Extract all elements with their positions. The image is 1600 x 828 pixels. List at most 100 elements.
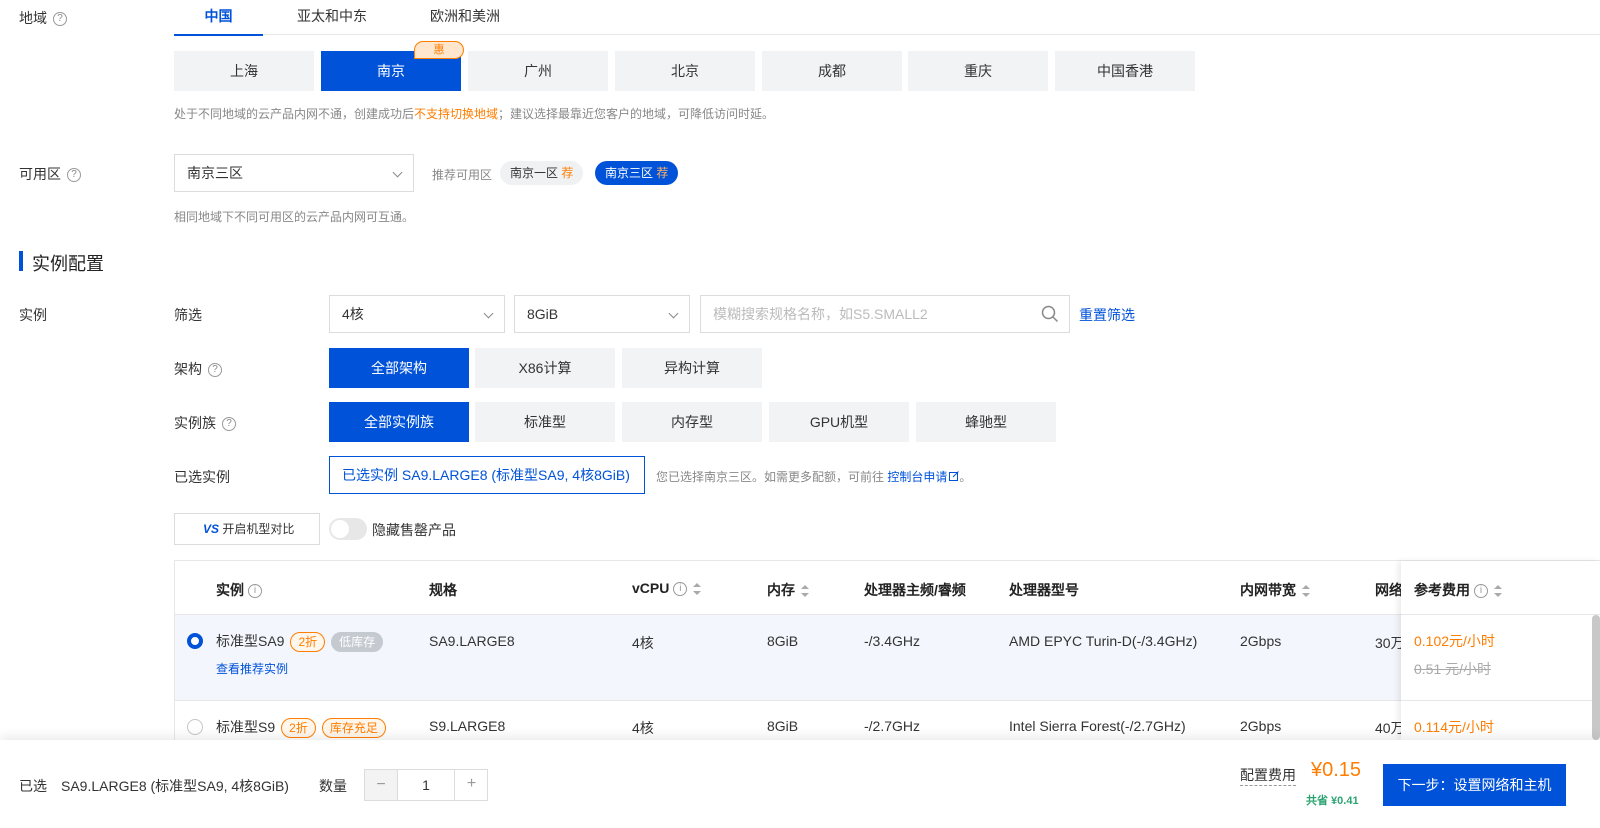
family-standard[interactable]: 标准型 [475, 402, 615, 442]
spec-search-input[interactable]: 模糊搜索规格名称，如S5.SMALL2 [700, 295, 1070, 333]
row-original-price: 0.51 元/小时 [1414, 661, 1492, 677]
memory-select[interactable]: 8GiB [514, 295, 690, 333]
chevron-down-icon [392, 167, 403, 178]
row-divider [175, 700, 1600, 701]
info-icon[interactable]: i [1474, 584, 1488, 599]
col-spec: 规格 [429, 582, 457, 598]
col-frequency: 处理器主频/睿频 [864, 582, 966, 598]
chevron-down-icon [483, 308, 494, 319]
row-price: 0.114元/小时 [1414, 719, 1494, 735]
city-shanghai[interactable]: 上海 [174, 51, 314, 91]
recommend-link[interactable]: 查看推荐实例 [216, 660, 288, 677]
family-fengchi[interactable]: 蜂驰型 [916, 402, 1056, 442]
sort-icon[interactable] [801, 585, 809, 598]
city-chengdu[interactable]: 成都 [762, 51, 902, 91]
row-network: 30万 [1375, 635, 1401, 651]
info-icon[interactable]: i [673, 582, 688, 597]
col-memory[interactable]: 内存 [767, 580, 809, 600]
row-price: 0.102元/小时 [1414, 633, 1495, 649]
recommend-zone-label: 推荐可用区 [432, 168, 493, 182]
family-gpu[interactable]: GPU机型 [769, 402, 909, 442]
col-network: 网络 [1375, 582, 1401, 598]
row-cpu-model: AMD EPYC Turin-D(-/3.4GHz) [1009, 633, 1198, 649]
next-step-button[interactable]: 下一步：设置网络和主机 [1383, 764, 1566, 806]
reset-filter-link[interactable]: 重置筛选 [1079, 305, 1135, 325]
row-network: 40万 [1375, 720, 1401, 736]
selected-instance-hint: 您已选择南京三区。如需更多配额，可前往 控制台申请。 [656, 470, 972, 484]
sort-icon[interactable] [1302, 585, 1310, 598]
tab-china[interactable]: 中国 [174, 0, 263, 36]
row-bandwidth: 2Gbps [1240, 718, 1282, 734]
arch-x86[interactable]: X86计算 [475, 348, 615, 388]
region-hint: 处于不同地域的云产品内网不通，创建成功后不支持切换地域；建议选择最靠近您客户的地… [174, 107, 775, 121]
search-icon[interactable] [1041, 305, 1059, 323]
tab-apac[interactable]: 亚太和中东 [287, 0, 377, 36]
vs-logo: VS [203, 522, 220, 536]
price-row-divider [1401, 700, 1600, 701]
row-spec: S9.LARGE8 [429, 718, 506, 734]
row-radio-selected[interactable] [187, 633, 203, 649]
tab-divider [174, 34, 1600, 35]
family-label: 实例族? [174, 413, 236, 433]
row-spec: SA9.LARGE8 [429, 633, 515, 649]
footer-selected: 已选 SA9.LARGE8 (标准型SA9, 4核8GiB) [19, 778, 289, 794]
sort-icon[interactable] [1494, 585, 1502, 598]
scrollbar[interactable] [1592, 615, 1600, 740]
zone-label: 可用区? [19, 164, 81, 184]
row-instance-name: 标准型S9 2折 库存充足 [216, 717, 386, 739]
help-icon[interactable]: ? [67, 168, 81, 183]
help-icon[interactable]: ? [53, 12, 67, 27]
qty-input[interactable]: 1 [398, 769, 454, 801]
col-price[interactable]: 参考费用 i [1414, 580, 1502, 600]
table-row[interactable] [175, 615, 1401, 700]
help-icon[interactable]: ? [208, 363, 222, 378]
region-label: 地域? [19, 8, 67, 28]
cost-label[interactable]: 配置费用 [1240, 765, 1296, 786]
info-icon[interactable]: i [248, 584, 262, 599]
col-instance: 实例 i [216, 580, 262, 600]
col-cpu-model: 处理器型号 [1009, 582, 1079, 598]
row-memory: 8GiB [767, 718, 799, 734]
external-link-icon [949, 471, 960, 481]
region-hint-warning: 不支持切换地域 [414, 107, 499, 121]
qty-label: 数量 [319, 778, 347, 794]
city-chongqing[interactable]: 重庆 [908, 51, 1048, 91]
row-vcpu: 4核 [632, 720, 654, 736]
section-marker [19, 251, 23, 271]
row-instance-name: 标准型SA9 2折 低库存 [216, 631, 384, 653]
console-link[interactable]: 控制台申请 [887, 470, 947, 484]
stock-tag: 库存充足 [321, 718, 386, 739]
section-title: 实例配置 [32, 254, 104, 274]
cpu-select[interactable]: 4核 [329, 295, 505, 333]
price-header-divider [1401, 614, 1600, 615]
city-hongkong[interactable]: 中国香港 [1055, 51, 1195, 91]
discount-tag: 2折 [290, 632, 326, 653]
arch-heterogeneous[interactable]: 异构计算 [622, 348, 762, 388]
zone-select[interactable]: 南京三区 [174, 154, 414, 192]
tab-europe-america[interactable]: 欧洲和美洲 [420, 0, 510, 36]
help-icon[interactable]: ? [222, 417, 236, 432]
row-frequency: -/2.7GHz [864, 718, 921, 734]
sort-icon[interactable] [693, 583, 702, 596]
hide-soldout-label: 隐藏售罄产品 [372, 522, 456, 538]
row-radio[interactable] [187, 719, 203, 735]
col-bandwidth[interactable]: 内网带宽 [1240, 580, 1310, 600]
instance-label: 实例 [19, 307, 47, 323]
discount-tag: 2折 [281, 718, 316, 739]
qty-plus-button[interactable]: + [454, 769, 488, 801]
family-all[interactable]: 全部实例族 [329, 402, 469, 442]
zone-pill-nanjing-3[interactable]: 南京三区 荐 [595, 161, 679, 185]
arch-all[interactable]: 全部架构 [329, 348, 469, 388]
family-memory[interactable]: 内存型 [622, 402, 762, 442]
filter-label: 筛选 [174, 307, 202, 323]
zone-pill-nanjing-1[interactable]: 南京一区 荐 [500, 161, 584, 185]
row-vcpu: 4核 [632, 635, 654, 651]
compare-button[interactable]: VS 开启机型对比 [174, 513, 320, 545]
chevron-down-icon [668, 308, 679, 319]
city-beijing[interactable]: 北京 [615, 51, 755, 91]
city-guangzhou[interactable]: 广州 [468, 51, 608, 91]
qty-minus-button[interactable]: − [364, 769, 398, 801]
col-vcpu[interactable]: vCPU i [632, 580, 702, 597]
hide-soldout-toggle[interactable] [329, 518, 367, 540]
save-text: 共省 ¥0.41 [1306, 795, 1359, 807]
